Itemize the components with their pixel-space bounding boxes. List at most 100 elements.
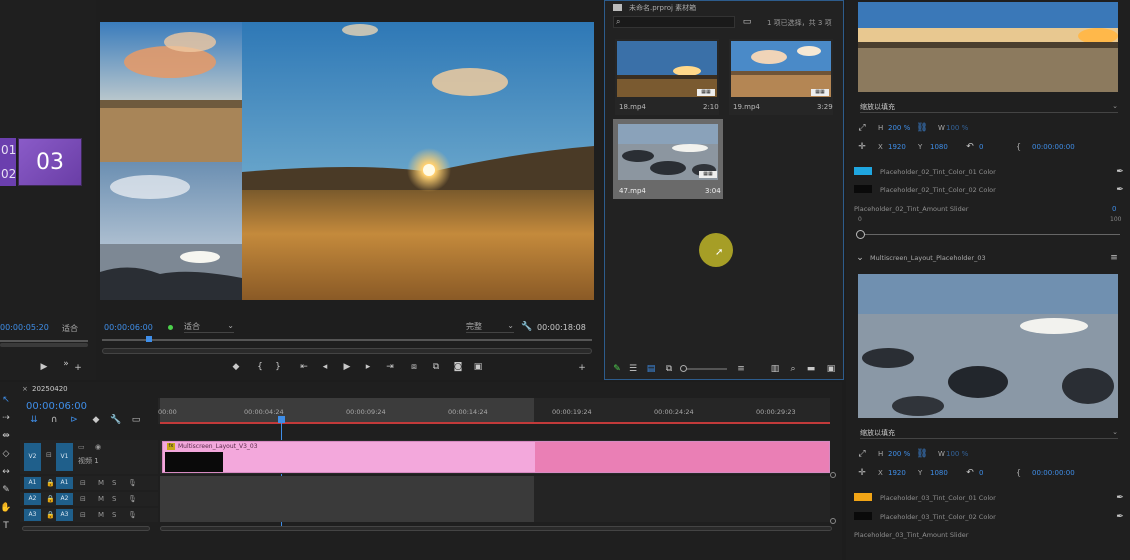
add-icon[interactable]: + (72, 362, 84, 374)
nest-icon[interactable]: ⇊ (28, 414, 40, 426)
link-icon[interactable]: ⛓ (916, 448, 928, 460)
solo-icon[interactable]: S (112, 494, 116, 504)
solo-icon[interactable]: S (112, 510, 116, 520)
track-target-a[interactable]: A2 (56, 493, 73, 505)
mute-icon[interactable]: M (98, 478, 104, 488)
tile-small[interactable]: 01 02 (0, 138, 16, 186)
chevron-down-icon[interactable]: ⌄ (854, 252, 866, 264)
sync-lock-icon[interactable]: ⊟ (80, 510, 86, 520)
eyedropper-icon[interactable]: ✒ (1114, 492, 1126, 504)
camera-icon[interactable]: ◙ (452, 361, 464, 373)
track-target-v[interactable]: V1 (56, 443, 73, 471)
source-fit-label[interactable]: 适合 (62, 323, 78, 334)
rotation-value[interactable]: 0 (979, 469, 983, 477)
solo-icon[interactable]: S (112, 478, 116, 488)
link-icon[interactable]: ⛓ (916, 122, 928, 134)
vertical-zoom-handle[interactable] (830, 472, 836, 478)
hand-icon[interactable]: ✋ (0, 502, 12, 514)
step-back-icon[interactable]: ◂ (319, 361, 331, 373)
mark-in-icon[interactable]: { (254, 361, 266, 373)
program-timecode[interactable]: 00:00:06:00 (104, 323, 153, 332)
horizontal-scrollbar[interactable] (160, 526, 832, 531)
extract-icon[interactable]: ⧉ (430, 361, 442, 373)
program-zoom-bar[interactable] (102, 348, 592, 354)
y-value[interactable]: 1080 (930, 143, 948, 151)
program-video-frame[interactable] (100, 22, 594, 300)
source-timecode[interactable]: 00:00:05:20 (0, 323, 49, 332)
freeform-view-icon[interactable]: ⧉ (663, 363, 675, 375)
x-value[interactable]: 1920 (888, 143, 906, 151)
lock-icon[interactable]: 🔒 (46, 494, 55, 504)
wrench-icon[interactable]: 🔧 (521, 321, 533, 333)
search-input[interactable]: ⌕ (613, 16, 735, 28)
type-icon[interactable]: T (0, 520, 12, 532)
quality-dropdown[interactable]: 完整 ⌄ (466, 321, 514, 333)
marker-add-icon[interactable]: ◆ (90, 414, 102, 426)
step-forward-icon[interactable]: ▸ (362, 361, 374, 373)
eyedropper-icon[interactable]: ✒ (1114, 184, 1126, 196)
program-playhead-marker[interactable] (146, 336, 152, 342)
compare-icon[interactable]: ▣ (472, 361, 484, 373)
h-value[interactable]: 200 % (888, 450, 910, 458)
program-scrub-bar[interactable] (102, 339, 592, 341)
clip-item[interactable]: ▦▦ 19.mp4 3:29 (729, 39, 833, 115)
anchor-value[interactable]: 00:00:00:00 (1032, 143, 1075, 151)
automate-icon[interactable]: ▥ (769, 363, 781, 375)
track-target-a[interactable]: A1 (56, 477, 73, 489)
fit-dropdown[interactable]: 适合 ⌄ (184, 321, 234, 333)
snap-icon[interactable]: ∩ (48, 414, 60, 426)
sync-lock-icon[interactable]: ⊟ (46, 450, 52, 460)
pencil-icon[interactable]: ✎ (611, 363, 623, 375)
rotation-value[interactable]: 0 (979, 143, 983, 151)
selection-tool-icon[interactable]: ↖ (0, 394, 12, 406)
new-folder-icon[interactable]: ▬ (805, 363, 817, 375)
menu-icon[interactable]: ≡ (1108, 252, 1120, 264)
eye-icon[interactable]: ◉ (95, 442, 101, 452)
w-value[interactable]: 100 % (946, 124, 968, 132)
go-to-out-icon[interactable]: ⇥ (384, 361, 396, 373)
eyedropper-icon[interactable]: ✒ (1114, 166, 1126, 178)
slip-icon[interactable]: ↔ (0, 466, 12, 478)
sequence-close-icon[interactable]: × (22, 385, 28, 393)
microphone-icon[interactable]: 🎙 (128, 478, 137, 488)
sequence-name[interactable]: 20250420 (32, 385, 68, 393)
new-bin-icon[interactable]: ▭ (741, 16, 753, 28)
track-target-a[interactable]: A3 (56, 509, 73, 521)
list-view-icon[interactable]: ☰ (627, 363, 639, 375)
amount-slider[interactable] (856, 230, 1120, 239)
play-icon[interactable]: ▶ (341, 361, 353, 373)
source-patch-a[interactable]: A3 (24, 509, 41, 521)
color-swatch-1[interactable] (854, 493, 872, 501)
icon-view-icon[interactable]: ▤ (645, 363, 657, 375)
slider-value[interactable]: 0 (1112, 205, 1116, 213)
clip-item[interactable]: ▦▦ 18.mp4 2:10 (615, 39, 719, 115)
zoom-slider[interactable] (680, 365, 727, 372)
timeline-timecode[interactable]: 00:00:06:00 (26, 401, 87, 412)
mute-icon[interactable]: M (98, 494, 104, 504)
sync-lock-icon[interactable]: ⊟ (80, 494, 86, 504)
marker-icon[interactable]: ◆ (230, 361, 242, 373)
color-swatch-1[interactable] (854, 167, 872, 175)
color-swatch-2[interactable] (854, 512, 872, 520)
w-value[interactable]: 100 % (946, 450, 968, 458)
clip-item-selected[interactable]: ▦▦ 47.mp4 3:04 (613, 119, 723, 199)
timeline-clip[interactable]: fx Multiscreen_Layout_V3_03 (162, 441, 830, 473)
fit-mode-dropdown[interactable]: 缩放以填充 ⌄ (860, 102, 1118, 113)
x-value[interactable]: 1920 (888, 469, 906, 477)
mark-out-icon[interactable]: } (272, 361, 284, 373)
razor-icon[interactable]: ◇ (0, 448, 12, 460)
vertical-zoom-handle[interactable] (830, 518, 836, 524)
lock-icon[interactable]: 🔒 (46, 478, 55, 488)
zoom-slider-handle[interactable] (680, 365, 687, 372)
new-item-icon[interactable]: ▣ (825, 363, 837, 375)
toggle-output-icon[interactable]: ▭ (78, 442, 85, 452)
track-select-icon[interactable]: ⇢ (0, 412, 12, 424)
track-zoom-bar[interactable] (22, 526, 150, 531)
ripple-edit-icon[interactable]: ⇹ (0, 430, 12, 442)
go-to-in-icon[interactable]: ⇤ (298, 361, 310, 373)
source-scrub-bar[interactable] (0, 340, 88, 342)
lift-icon[interactable]: ⧈ (408, 361, 420, 373)
linked-icon[interactable]: ⊳ (68, 414, 80, 426)
time-ruler[interactable]: 00:00 00:00:04:24 00:00:09:24 00:00:14:2… (158, 398, 830, 424)
sort-icon[interactable]: ≡ (735, 363, 747, 375)
